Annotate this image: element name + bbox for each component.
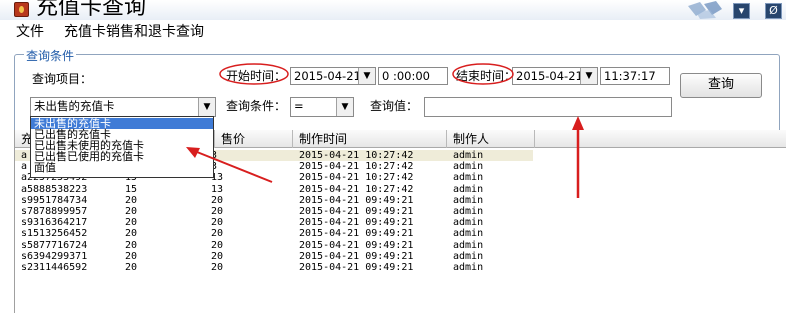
start-date-dropdown-icon[interactable]: ▼	[358, 68, 375, 84]
table-row[interactable]: s9316364217 20 20 2015-04-21 09:49:21 admin	[15, 217, 786, 228]
cell-creator: admin	[453, 161, 484, 173]
cell-create-time: 2015-04-21 09:49:21	[299, 262, 414, 273]
end-time-input[interactable]: 11:37:17	[600, 67, 670, 85]
cell-creator: admin	[453, 262, 484, 273]
table-row[interactable]: s9951784734 20 20 2015-04-21 09:49:21 admin	[15, 195, 786, 206]
cell-create-time: 2015-04-21 10:27:42	[299, 150, 414, 161]
column-header-create-time[interactable]: 制作时间	[293, 130, 447, 148]
cell-face-value: 20	[125, 217, 138, 229]
cell-card-id: s7878899957	[21, 206, 88, 217]
menu-file[interactable]: 文件	[16, 22, 44, 42]
cell-face-value: 20	[125, 239, 138, 251]
window-title: 充值卡查询	[36, 0, 147, 20]
condition-label: 查询条件：	[226, 99, 287, 113]
dropdown-option-face-value[interactable]: 面值	[31, 162, 213, 173]
condition-value: =	[294, 99, 304, 113]
cell-price: 20	[211, 194, 224, 206]
end-time-value: 11:37:17	[604, 69, 656, 83]
cell-create-time: 2015-04-21 09:49:21	[299, 194, 414, 206]
query-item-value: 未出售的充值卡	[34, 99, 115, 113]
cell-creator: admin	[453, 183, 484, 195]
cell-creator: admin	[453, 239, 484, 251]
cell-create-time: 2015-04-21 09:49:21	[299, 239, 414, 251]
cell-face-value: 20	[125, 250, 138, 262]
cell-creator: admin	[453, 250, 484, 262]
column-header-price[interactable]: 售价	[215, 130, 293, 148]
start-time-label: 开始时间：	[226, 69, 287, 83]
cell-create-time: 2015-04-21 09:49:21	[299, 217, 414, 229]
table-row[interactable]: s5877716724 20 20 2015-04-21 09:49:21 admin	[15, 240, 786, 251]
start-date-picker[interactable]: 2015-04-21 ▼	[290, 67, 376, 85]
cell-creator: admin	[453, 217, 484, 229]
app-icon	[14, 2, 29, 17]
end-time-label: 结束时间：	[456, 69, 517, 83]
menu-recharge-sales-refund[interactable]: 充值卡销售和退卡查询	[64, 22, 204, 42]
cell-card-id: a5888538223	[21, 183, 88, 195]
cell-face-value: 20	[125, 206, 138, 217]
value-label: 查询值：	[370, 99, 419, 113]
end-date-dropdown-icon[interactable]: ▼	[580, 68, 597, 84]
minimize-button[interactable]: ▾	[733, 3, 750, 19]
decorative-logo-icon	[688, 1, 722, 19]
cell-card-id: s1513256452	[21, 228, 88, 240]
cell-card-id: s9951784734	[21, 194, 88, 206]
cell-create-time: 2015-04-21 10:27:42	[299, 172, 414, 184]
title-bar: 充值卡查询 ▾ Ø	[0, 0, 786, 20]
table-row[interactable]: s7878899957 20 20 2015-04-21 09:49:21 admin	[15, 206, 786, 217]
condition-dropdown-icon[interactable]: ▼	[336, 98, 353, 116]
start-time-value: 0 :00:00	[382, 69, 430, 83]
cell-create-time: 2015-04-21 10:27:42	[299, 161, 414, 173]
cell-price: 20	[211, 228, 224, 240]
dropdown-option-sold-used[interactable]: 已出售已使用的充值卡	[31, 151, 213, 162]
start-date-value: 2015-04-21	[294, 69, 361, 83]
cell-creator: admin	[453, 228, 484, 240]
query-item-dropdown-list: 未出售的充值卡 已出售的充值卡 已出售未使用的充值卡 已出售已使用的充值卡 面值	[30, 116, 214, 178]
cell-creator: admin	[453, 150, 484, 161]
query-item-select[interactable]: 未出售的充值卡 ▼	[30, 97, 216, 117]
cell-face-value: 20	[125, 262, 138, 273]
start-time-input[interactable]: 0 :00:00	[378, 67, 448, 85]
cell-price: 20	[211, 239, 224, 251]
cell-card-id: s2311446592	[21, 262, 88, 273]
menu-bar: 文件 充值卡销售和退卡查询	[0, 20, 786, 44]
table-row[interactable]: s6394299371 20 20 2015-04-21 09:49:21 admin	[15, 251, 786, 262]
query-value-input[interactable]	[424, 97, 672, 117]
group-title: 查询条件	[24, 47, 77, 64]
cell-creator: admin	[453, 172, 484, 184]
column-header-creator[interactable]: 制作人	[447, 130, 535, 148]
cell-card-id: a	[21, 150, 28, 161]
cell-price: 13	[211, 183, 224, 195]
cell-face-value: 20	[125, 228, 138, 240]
cell-card-id: a	[21, 161, 28, 173]
query-item-dropdown-icon[interactable]: ▼	[198, 98, 215, 116]
cell-face-value: 20	[125, 194, 138, 206]
close-button[interactable]: Ø	[765, 3, 782, 19]
cell-price: 20	[211, 250, 224, 262]
cell-create-time: 2015-04-21 09:49:21	[299, 228, 414, 240]
table-row[interactable]: s1513256452 20 20 2015-04-21 09:49:21 admin	[15, 228, 786, 239]
cell-create-time: 2015-04-21 10:27:42	[299, 183, 414, 195]
query-item-label: 查询项目：	[32, 72, 93, 86]
condition-select[interactable]: = ▼	[290, 97, 354, 117]
cell-price: 20	[211, 217, 224, 229]
end-date-picker[interactable]: 2015-04-21 ▼	[512, 67, 598, 85]
cell-face-value: 15	[125, 183, 138, 195]
table-row[interactable]: a5888538223 15 13 2015-04-21 10:27:42 admin	[15, 184, 786, 195]
cell-card-id: s5877716724	[21, 239, 88, 251]
search-button[interactable]: 查询	[680, 73, 762, 98]
cell-card-id: s6394299371	[21, 250, 88, 262]
cell-create-time: 2015-04-21 09:49:21	[299, 206, 414, 217]
cell-create-time: 2015-04-21 09:49:21	[299, 250, 414, 262]
cell-creator: admin	[453, 206, 484, 217]
cell-creator: admin	[453, 194, 484, 206]
cell-price: 20	[211, 262, 224, 273]
cell-price: 20	[211, 206, 224, 217]
end-date-value: 2015-04-21	[516, 69, 583, 83]
table-row[interactable]: s2311446592 20 20 2015-04-21 09:49:21 admin	[15, 262, 786, 273]
cell-card-id: s9316364217	[21, 217, 88, 229]
